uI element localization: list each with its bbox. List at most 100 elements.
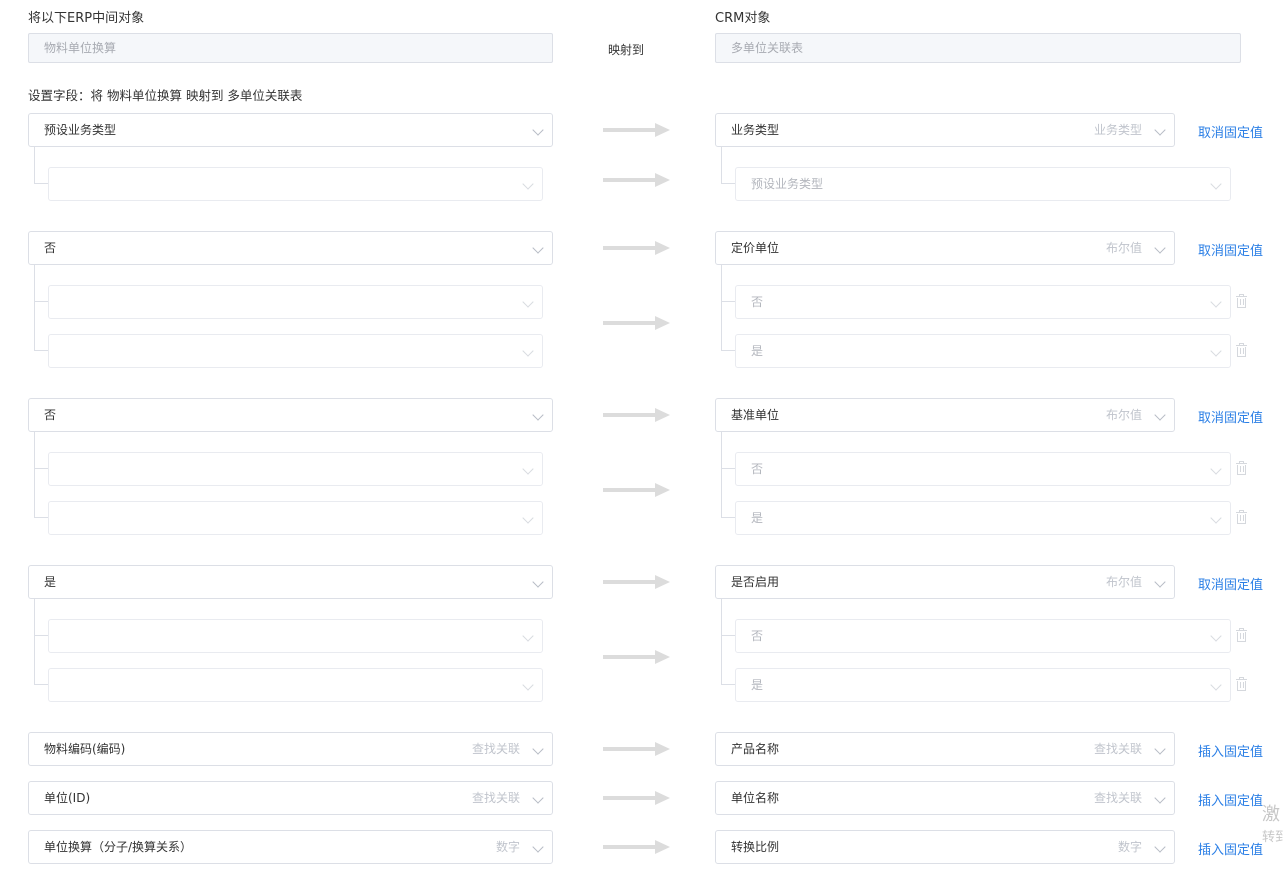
- trash-icon[interactable]: [1236, 461, 1247, 475]
- target-sub-select[interactable]: 是: [735, 668, 1231, 702]
- target-sub-select-value: 是: [751, 511, 764, 525]
- chevron-down-icon: [522, 630, 534, 642]
- chevron-down-icon: [1154, 792, 1166, 804]
- target-sub-select[interactable]: 是: [735, 334, 1231, 368]
- source-sub-select[interactable]: [48, 167, 543, 201]
- source-tree-line: [34, 265, 36, 351]
- target-field-select-type-hint: 布尔值: [1105, 241, 1142, 255]
- target-sub-select[interactable]: 否: [735, 285, 1231, 319]
- chevron-down-icon: [1154, 743, 1166, 755]
- source-tree-line: [34, 432, 36, 518]
- target-tree-line: [721, 599, 723, 685]
- chevron-down-icon: [522, 463, 534, 475]
- target-sub-select-value: 否: [751, 295, 764, 309]
- target-sub-select[interactable]: 是: [735, 501, 1231, 535]
- tree-branch: [721, 635, 735, 636]
- source-field-select[interactable]: 否: [28, 398, 553, 432]
- mapping-label: 映射到: [608, 43, 645, 57]
- target-tree-line: [721, 265, 723, 351]
- watermark-text-2: 转到: [1262, 830, 1283, 845]
- mapping-arrow-icon: [603, 483, 671, 497]
- source-field-select[interactable]: 单位换算（分子/换算关系） 数字: [28, 830, 553, 864]
- chevron-down-icon: [1210, 512, 1222, 524]
- target-tree-line: [721, 432, 723, 518]
- source-sub-select[interactable]: [48, 452, 543, 486]
- chevron-down-icon: [532, 841, 544, 853]
- chevron-down-icon: [1210, 296, 1222, 308]
- source-sub-select[interactable]: [48, 334, 543, 368]
- source-field-select-value: 是: [44, 575, 57, 589]
- tree-branch: [721, 684, 735, 685]
- mapping-arrow-icon: [603, 650, 671, 664]
- target-field-select-type-hint: 查找关联: [1093, 791, 1142, 805]
- source-header: 将以下ERP中间对象: [28, 11, 145, 26]
- fixed-value-action-link[interactable]: 插入固定值: [1198, 839, 1263, 858]
- trash-icon[interactable]: [1236, 628, 1247, 642]
- target-field-select-type-hint: 业务类型: [1093, 123, 1142, 137]
- mapping-arrow-icon: [603, 575, 671, 589]
- target-field-select[interactable]: 单位名称 查找关联: [715, 781, 1175, 815]
- target-sub-select-value: 是: [751, 678, 764, 692]
- chevron-down-icon: [532, 242, 544, 254]
- source-field-select-value: 单位(ID): [44, 791, 91, 805]
- chevron-down-icon: [522, 679, 534, 691]
- target-field-select-type-hint: 数字: [1117, 840, 1142, 854]
- target-sub-select-value: 预设业务类型: [751, 177, 824, 191]
- source-field-select[interactable]: 单位(ID) 查找关联: [28, 781, 553, 815]
- target-field-select[interactable]: 转换比例 数字: [715, 830, 1175, 864]
- trash-icon[interactable]: [1236, 510, 1247, 524]
- source-tree-line: [34, 147, 36, 184]
- source-sub-select[interactable]: [48, 668, 543, 702]
- trash-icon[interactable]: [1236, 294, 1247, 308]
- tree-branch: [34, 183, 48, 184]
- target-field-select-value: 定价单位: [731, 241, 780, 255]
- source-field-select[interactable]: 物料编码(编码) 查找关联: [28, 732, 553, 766]
- chevron-down-icon: [1210, 345, 1222, 357]
- chevron-down-icon: [532, 743, 544, 755]
- target-field-select[interactable]: 产品名称 查找关联: [715, 732, 1175, 766]
- target-field-select-value: 产品名称: [731, 742, 780, 756]
- chevron-down-icon: [1154, 841, 1166, 853]
- watermark-text-1: 激: [1262, 804, 1280, 825]
- tree-branch: [34, 468, 48, 469]
- target-header: CRM对象: [715, 11, 771, 26]
- tree-branch: [34, 635, 48, 636]
- fixed-value-action-link[interactable]: 插入固定值: [1198, 790, 1263, 809]
- target-field-select[interactable]: 是否启用 布尔值: [715, 565, 1175, 599]
- trash-icon[interactable]: [1236, 343, 1247, 357]
- target-field-select-type-hint: 查找关联: [1093, 742, 1142, 756]
- target-sub-select[interactable]: 预设业务类型: [735, 167, 1231, 201]
- source-field-select[interactable]: 是: [28, 565, 553, 599]
- chevron-down-icon: [532, 576, 544, 588]
- fixed-value-action-link[interactable]: 取消固定值: [1198, 574, 1263, 593]
- tree-branch: [721, 517, 735, 518]
- source-object-field: 物料单位换算: [28, 33, 553, 63]
- source-field-select[interactable]: 预设业务类型: [28, 113, 553, 147]
- mapping-arrow-icon: [603, 742, 671, 756]
- source-sub-select[interactable]: [48, 619, 543, 653]
- fixed-value-action-link[interactable]: 取消固定值: [1198, 240, 1263, 259]
- trash-icon[interactable]: [1236, 677, 1247, 691]
- source-sub-select[interactable]: [48, 501, 543, 535]
- target-sub-select-value: 否: [751, 629, 764, 643]
- target-field-select[interactable]: 基准单位 布尔值: [715, 398, 1175, 432]
- fixed-value-action-link[interactable]: 取消固定值: [1198, 122, 1263, 141]
- target-sub-select-value: 否: [751, 462, 764, 476]
- target-field-select-value: 基准单位: [731, 408, 780, 422]
- fixed-value-action-link[interactable]: 插入固定值: [1198, 741, 1263, 760]
- source-sub-select[interactable]: [48, 285, 543, 319]
- tree-branch: [34, 301, 48, 302]
- chevron-down-icon: [522, 296, 534, 308]
- source-field-select[interactable]: 否: [28, 231, 553, 265]
- fixed-value-action-link[interactable]: 取消固定值: [1198, 407, 1263, 426]
- mapping-arrow-icon: [603, 173, 671, 187]
- mapping-arrow-icon: [603, 840, 671, 854]
- mapping-arrow-icon: [603, 791, 671, 805]
- target-object-field: 多单位关联表: [715, 33, 1241, 63]
- target-field-select[interactable]: 定价单位 布尔值: [715, 231, 1175, 265]
- chevron-down-icon: [522, 512, 534, 524]
- target-field-select[interactable]: 业务类型 业务类型: [715, 113, 1175, 147]
- source-field-select-value: 单位换算（分子/换算关系）: [44, 840, 193, 854]
- target-sub-select[interactable]: 否: [735, 619, 1231, 653]
- target-sub-select[interactable]: 否: [735, 452, 1231, 486]
